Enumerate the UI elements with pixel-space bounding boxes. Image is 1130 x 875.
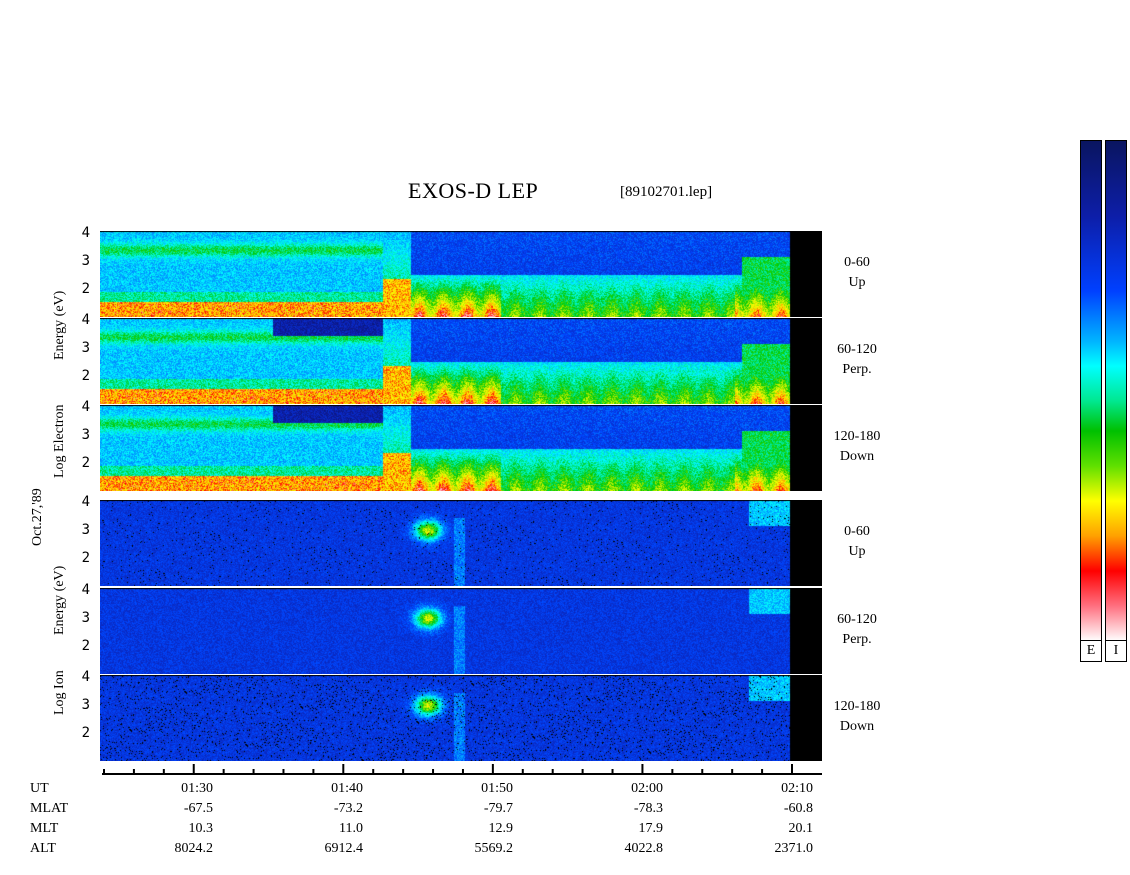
panel-label: 60-120 Perp. xyxy=(837,342,877,377)
y-tick-label: 4 xyxy=(81,225,90,241)
y-tick-label: 2 xyxy=(81,638,90,654)
spectrogram-electron-perp xyxy=(100,318,822,404)
y-tick-label: 3 xyxy=(81,522,90,538)
axis-row-label: UT xyxy=(30,781,49,796)
axis-row-value: 17.9 xyxy=(638,821,664,836)
y-tick-label: 2 xyxy=(81,281,90,297)
axis-row-value: 6912.4 xyxy=(324,841,364,856)
y-tick-label: 4 xyxy=(81,669,90,685)
axis-row-label: ALT xyxy=(30,841,56,856)
axis-row-value: -73.2 xyxy=(333,801,363,816)
panel-ion-perp xyxy=(100,588,822,674)
axis-row-value: -79.7 xyxy=(483,801,513,816)
colorbar-ion-label: I xyxy=(1106,640,1126,661)
y-tick-label: 2 xyxy=(81,725,90,741)
y-tick-label: 3 xyxy=(81,340,90,356)
panel-label: 60-120 Perp. xyxy=(837,612,877,647)
spectrogram-ion-perp xyxy=(100,588,822,674)
panel-ion-down xyxy=(100,675,822,761)
panel-label: 0-60 Up xyxy=(844,524,870,559)
panel-label: 0-60 Up xyxy=(844,255,870,290)
axis-row-value: -67.5 xyxy=(183,801,213,816)
axis-row-value: 10.3 xyxy=(188,821,214,836)
chart-title: EXOS-D LEP xyxy=(408,178,539,203)
file-name: [89102701.lep] xyxy=(620,184,713,200)
axis-row-value: 12.9 xyxy=(488,821,514,836)
colorbar-electron-label: E xyxy=(1081,640,1101,661)
electron-log-label: Log Electron xyxy=(52,404,67,478)
panel-electron-perp xyxy=(100,318,822,404)
spectrogram-electron-up xyxy=(100,231,822,317)
y-tick-label: 3 xyxy=(81,697,90,713)
axis-row-value: 5569.2 xyxy=(474,841,514,856)
axis-row-value: 11.0 xyxy=(339,821,363,836)
axis-row-value: 4022.8 xyxy=(624,841,664,856)
time-axis xyxy=(102,764,822,775)
axis-row-value: 02:10 xyxy=(781,781,813,796)
panel-ion-up xyxy=(100,500,822,586)
axis-row-value: 20.1 xyxy=(788,821,814,836)
panel-electron-down xyxy=(100,405,822,491)
panel-label: 120-180 Down xyxy=(833,699,881,734)
panel-label: 120-180 Down xyxy=(833,429,881,464)
axis-row-value: 2371.0 xyxy=(774,841,814,856)
axis-row-value: -60.8 xyxy=(783,801,813,816)
axis-row-value: 01:40 xyxy=(331,781,363,796)
ion-log-label: Log Ion xyxy=(52,670,67,715)
colorbar-electron: E xyxy=(1080,140,1102,662)
ion-energy-label: Energy (eV) xyxy=(52,565,67,635)
axis-row-value: 02:00 xyxy=(631,781,663,796)
electron-energy-label: Energy (eV) xyxy=(52,290,67,360)
y-tick-label: 4 xyxy=(81,312,90,328)
y-tick-label: 4 xyxy=(81,582,90,598)
y-tick-label: 2 xyxy=(81,368,90,384)
axis-row-label: MLAT xyxy=(30,801,69,816)
spectrogram-electron-down xyxy=(100,405,822,491)
axis-row-value: 01:30 xyxy=(181,781,213,796)
y-tick-label: 4 xyxy=(81,494,90,510)
y-tick-label: 2 xyxy=(81,550,90,566)
spectrogram-ion-up xyxy=(100,500,822,586)
y-tick-label: 3 xyxy=(81,427,90,443)
axis-row-value: 01:50 xyxy=(481,781,513,796)
panel-electron-up xyxy=(100,231,822,317)
axis-row-label: MLT xyxy=(30,821,59,836)
y-tick-label: 4 xyxy=(81,399,90,415)
spectrogram-ion-down xyxy=(100,675,822,761)
axis-row-value: -78.3 xyxy=(633,801,663,816)
colorbar-ion: I xyxy=(1105,140,1127,662)
y-tick-label: 3 xyxy=(81,253,90,269)
y-tick-label: 2 xyxy=(81,455,90,471)
axis-row-value: 8024.2 xyxy=(174,841,214,856)
y-tick-label: 3 xyxy=(81,610,90,626)
date-label: Oct.27,'89 xyxy=(30,488,45,546)
